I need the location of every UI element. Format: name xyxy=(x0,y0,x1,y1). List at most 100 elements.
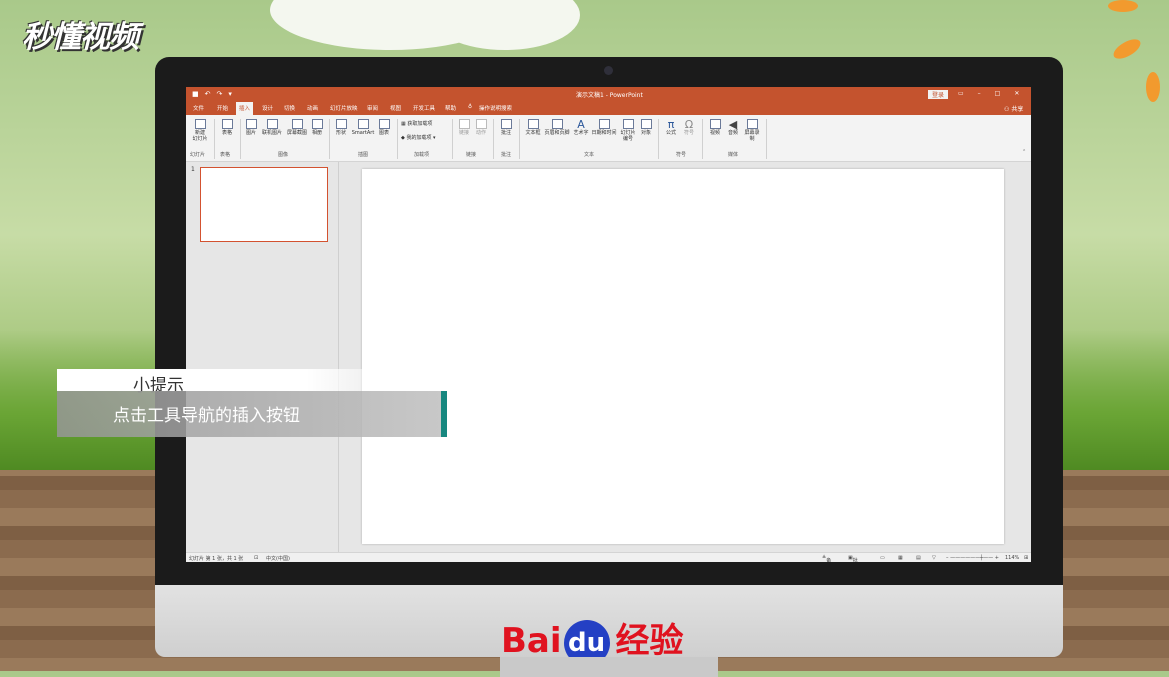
monitor: ■ ↶ ↷ ▾ 演示文稿1 - PowerPoint 登录 ▭ – □ ✕ 文件… xyxy=(155,57,1063,677)
new-slide-button[interactable]: 新建 幻灯片 xyxy=(189,119,211,142)
lightbulb-icon: ♁ xyxy=(468,104,473,110)
group-label-illustrations: 插图 xyxy=(358,152,369,158)
group-label-symbols: 符号 xyxy=(676,152,687,158)
undo-icon[interactable]: ↶ xyxy=(205,90,211,98)
shapes-button[interactable]: 形状 xyxy=(334,119,348,136)
slide-number-button[interactable]: 幻灯片编号 xyxy=(619,119,637,142)
tab-animations[interactable]: 动画 xyxy=(307,104,318,112)
smartart-button[interactable]: SmartArt xyxy=(350,119,376,136)
table-button[interactable]: 表格 xyxy=(218,119,236,136)
ribbon: 新建 幻灯片 表格 图片 联机图片 屏幕截图 相册 形状 SmartArt 图表… xyxy=(186,115,1031,162)
smartart-icon xyxy=(357,119,369,129)
tab-review[interactable]: 审阅 xyxy=(367,104,378,112)
action-button[interactable]: 动作 xyxy=(474,119,488,136)
picture-icon xyxy=(245,119,257,129)
group-label-addins: 加载项 xyxy=(414,152,430,158)
textbox-button[interactable]: 文本框 xyxy=(524,119,542,136)
window-controls: ▭ – □ ✕ xyxy=(958,90,1019,97)
wordart-button[interactable]: A 艺术字 xyxy=(572,119,590,136)
quick-access-toolbar: ■ ↶ ↷ ▾ xyxy=(192,90,232,98)
audio-button[interactable]: ◀ 音频 xyxy=(726,119,740,136)
screen-recording-button[interactable]: 屏幕录制 xyxy=(744,119,760,142)
group-label-media: 媒体 xyxy=(728,152,739,158)
slide-sorter-icon[interactable]: ▦ xyxy=(898,555,903,561)
sun-decoration xyxy=(1110,35,1144,63)
login-button[interactable]: 登录 xyxy=(928,90,949,99)
language-label[interactable]: 中文(中国) xyxy=(266,555,290,562)
symbol-button[interactable]: Ω 符号 xyxy=(682,119,696,136)
slide-canvas[interactable] xyxy=(362,169,1004,544)
close-icon[interactable]: ✕ xyxy=(1014,90,1019,97)
picture-button[interactable]: 图片 xyxy=(244,119,258,136)
store-icon: ▦ xyxy=(401,121,406,127)
tab-home[interactable]: 开始 xyxy=(217,104,228,112)
chart-button[interactable]: 图表 xyxy=(377,119,391,136)
comments-button[interactable]: ▣ 批注 xyxy=(848,555,858,562)
slide-number-icon xyxy=(622,119,634,129)
photo-album-button[interactable]: 相册 xyxy=(310,119,324,136)
reading-view-icon[interactable]: ▤ xyxy=(916,555,921,561)
slide-thumbnail[interactable] xyxy=(200,167,328,242)
online-picture-button[interactable]: 联机图片 xyxy=(260,119,284,136)
fit-slide-icon[interactable]: ⊞ xyxy=(1024,555,1028,561)
notes-button[interactable]: ≜ 备注 xyxy=(822,555,831,562)
online-picture-icon xyxy=(266,119,278,129)
get-addins-button[interactable]: ▦ 获取加载项 xyxy=(401,121,445,127)
equation-button[interactable]: π 公式 xyxy=(664,119,678,136)
status-bar: 幻灯片 第 1 张，共 1 张 ⊡ 中文(中国) ≜ 备注 ▣ 批注 ▭ ▦ ▤… xyxy=(186,552,1031,562)
video-button[interactable]: 视频 xyxy=(708,119,722,136)
link-button[interactable]: 链接 xyxy=(457,119,471,136)
camera-icon xyxy=(291,119,303,129)
omega-icon: Ω xyxy=(684,118,694,131)
header-footer-button[interactable]: 页眉和页脚 xyxy=(542,119,572,136)
share-label: 共享 xyxy=(1011,106,1024,113)
maximize-icon[interactable]: □ xyxy=(995,90,1001,97)
monitor-stand xyxy=(500,657,718,677)
date-time-button[interactable]: 日期和时间 xyxy=(590,119,618,136)
tab-insert[interactable]: 插入 xyxy=(236,102,254,115)
customize-icon[interactable]: ▾ xyxy=(228,90,232,98)
screenshot-button[interactable]: 屏幕截图 xyxy=(285,119,309,136)
tab-design[interactable]: 设计 xyxy=(262,104,273,112)
minimize-icon[interactable]: – xyxy=(978,90,981,97)
spell-check-icon[interactable]: ⊡ xyxy=(254,555,258,561)
tab-help[interactable]: 帮助 xyxy=(445,104,456,112)
tell-me-search[interactable]: 操作说明搜索 xyxy=(479,104,512,112)
star-icon xyxy=(475,119,487,129)
tab-file[interactable]: 文件 xyxy=(193,104,204,112)
textbox-icon xyxy=(527,119,539,129)
shapes-icon xyxy=(335,119,347,129)
tab-view[interactable]: 视图 xyxy=(390,104,401,112)
my-addins-button[interactable]: ◆ 我的加载项 ▾ xyxy=(401,135,447,141)
group-label-comments: 批注 xyxy=(501,152,512,158)
object-button[interactable]: 对象 xyxy=(639,119,653,136)
tab-slideshow[interactable]: 幻灯片放映 xyxy=(330,104,358,112)
group-label-images: 图像 xyxy=(278,152,289,158)
group-label-tables: 表格 xyxy=(220,152,231,158)
sun-decoration xyxy=(1108,0,1138,12)
title-bar: ■ ↶ ↷ ▾ 演示文稿1 - PowerPoint 登录 ▭ – □ ✕ xyxy=(186,87,1031,101)
slide-thumbnail-pane: 1 xyxy=(186,162,339,552)
group-label-text: 文本 xyxy=(584,152,595,158)
redo-icon[interactable]: ↷ xyxy=(217,90,223,98)
collapse-ribbon-icon[interactable]: ⌃ xyxy=(1022,149,1026,155)
comment-icon xyxy=(500,119,512,129)
camera-icon xyxy=(604,66,613,75)
tip-header: 小提示 xyxy=(57,369,369,396)
zoom-level[interactable]: 114% xyxy=(1005,555,1019,561)
screen-recording-icon xyxy=(746,119,758,129)
sun-decoration xyxy=(1146,72,1160,102)
share-button[interactable]: ⚇ 共享 xyxy=(1004,104,1023,113)
comment-button[interactable]: 批注 xyxy=(498,119,514,136)
tab-developer[interactable]: 开发工具 xyxy=(413,104,435,112)
ribbon-display-icon[interactable]: ▭ xyxy=(958,90,964,97)
zoom-slider[interactable]: – ——————┼—— + xyxy=(946,555,999,561)
brand-logo: 秒懂视频 xyxy=(22,20,139,55)
slideshow-icon[interactable]: ▽ xyxy=(932,555,936,561)
addin-icon: ◆ xyxy=(401,135,405,141)
save-icon[interactable]: ■ xyxy=(192,90,199,98)
normal-view-icon[interactable]: ▭ xyxy=(880,555,885,561)
tab-transitions[interactable]: 切换 xyxy=(284,104,295,112)
tip-body: 点击工具导航的插入按钮 xyxy=(57,391,441,437)
tip-overlay: 小提示 点击工具导航的插入按钮 xyxy=(57,369,447,437)
